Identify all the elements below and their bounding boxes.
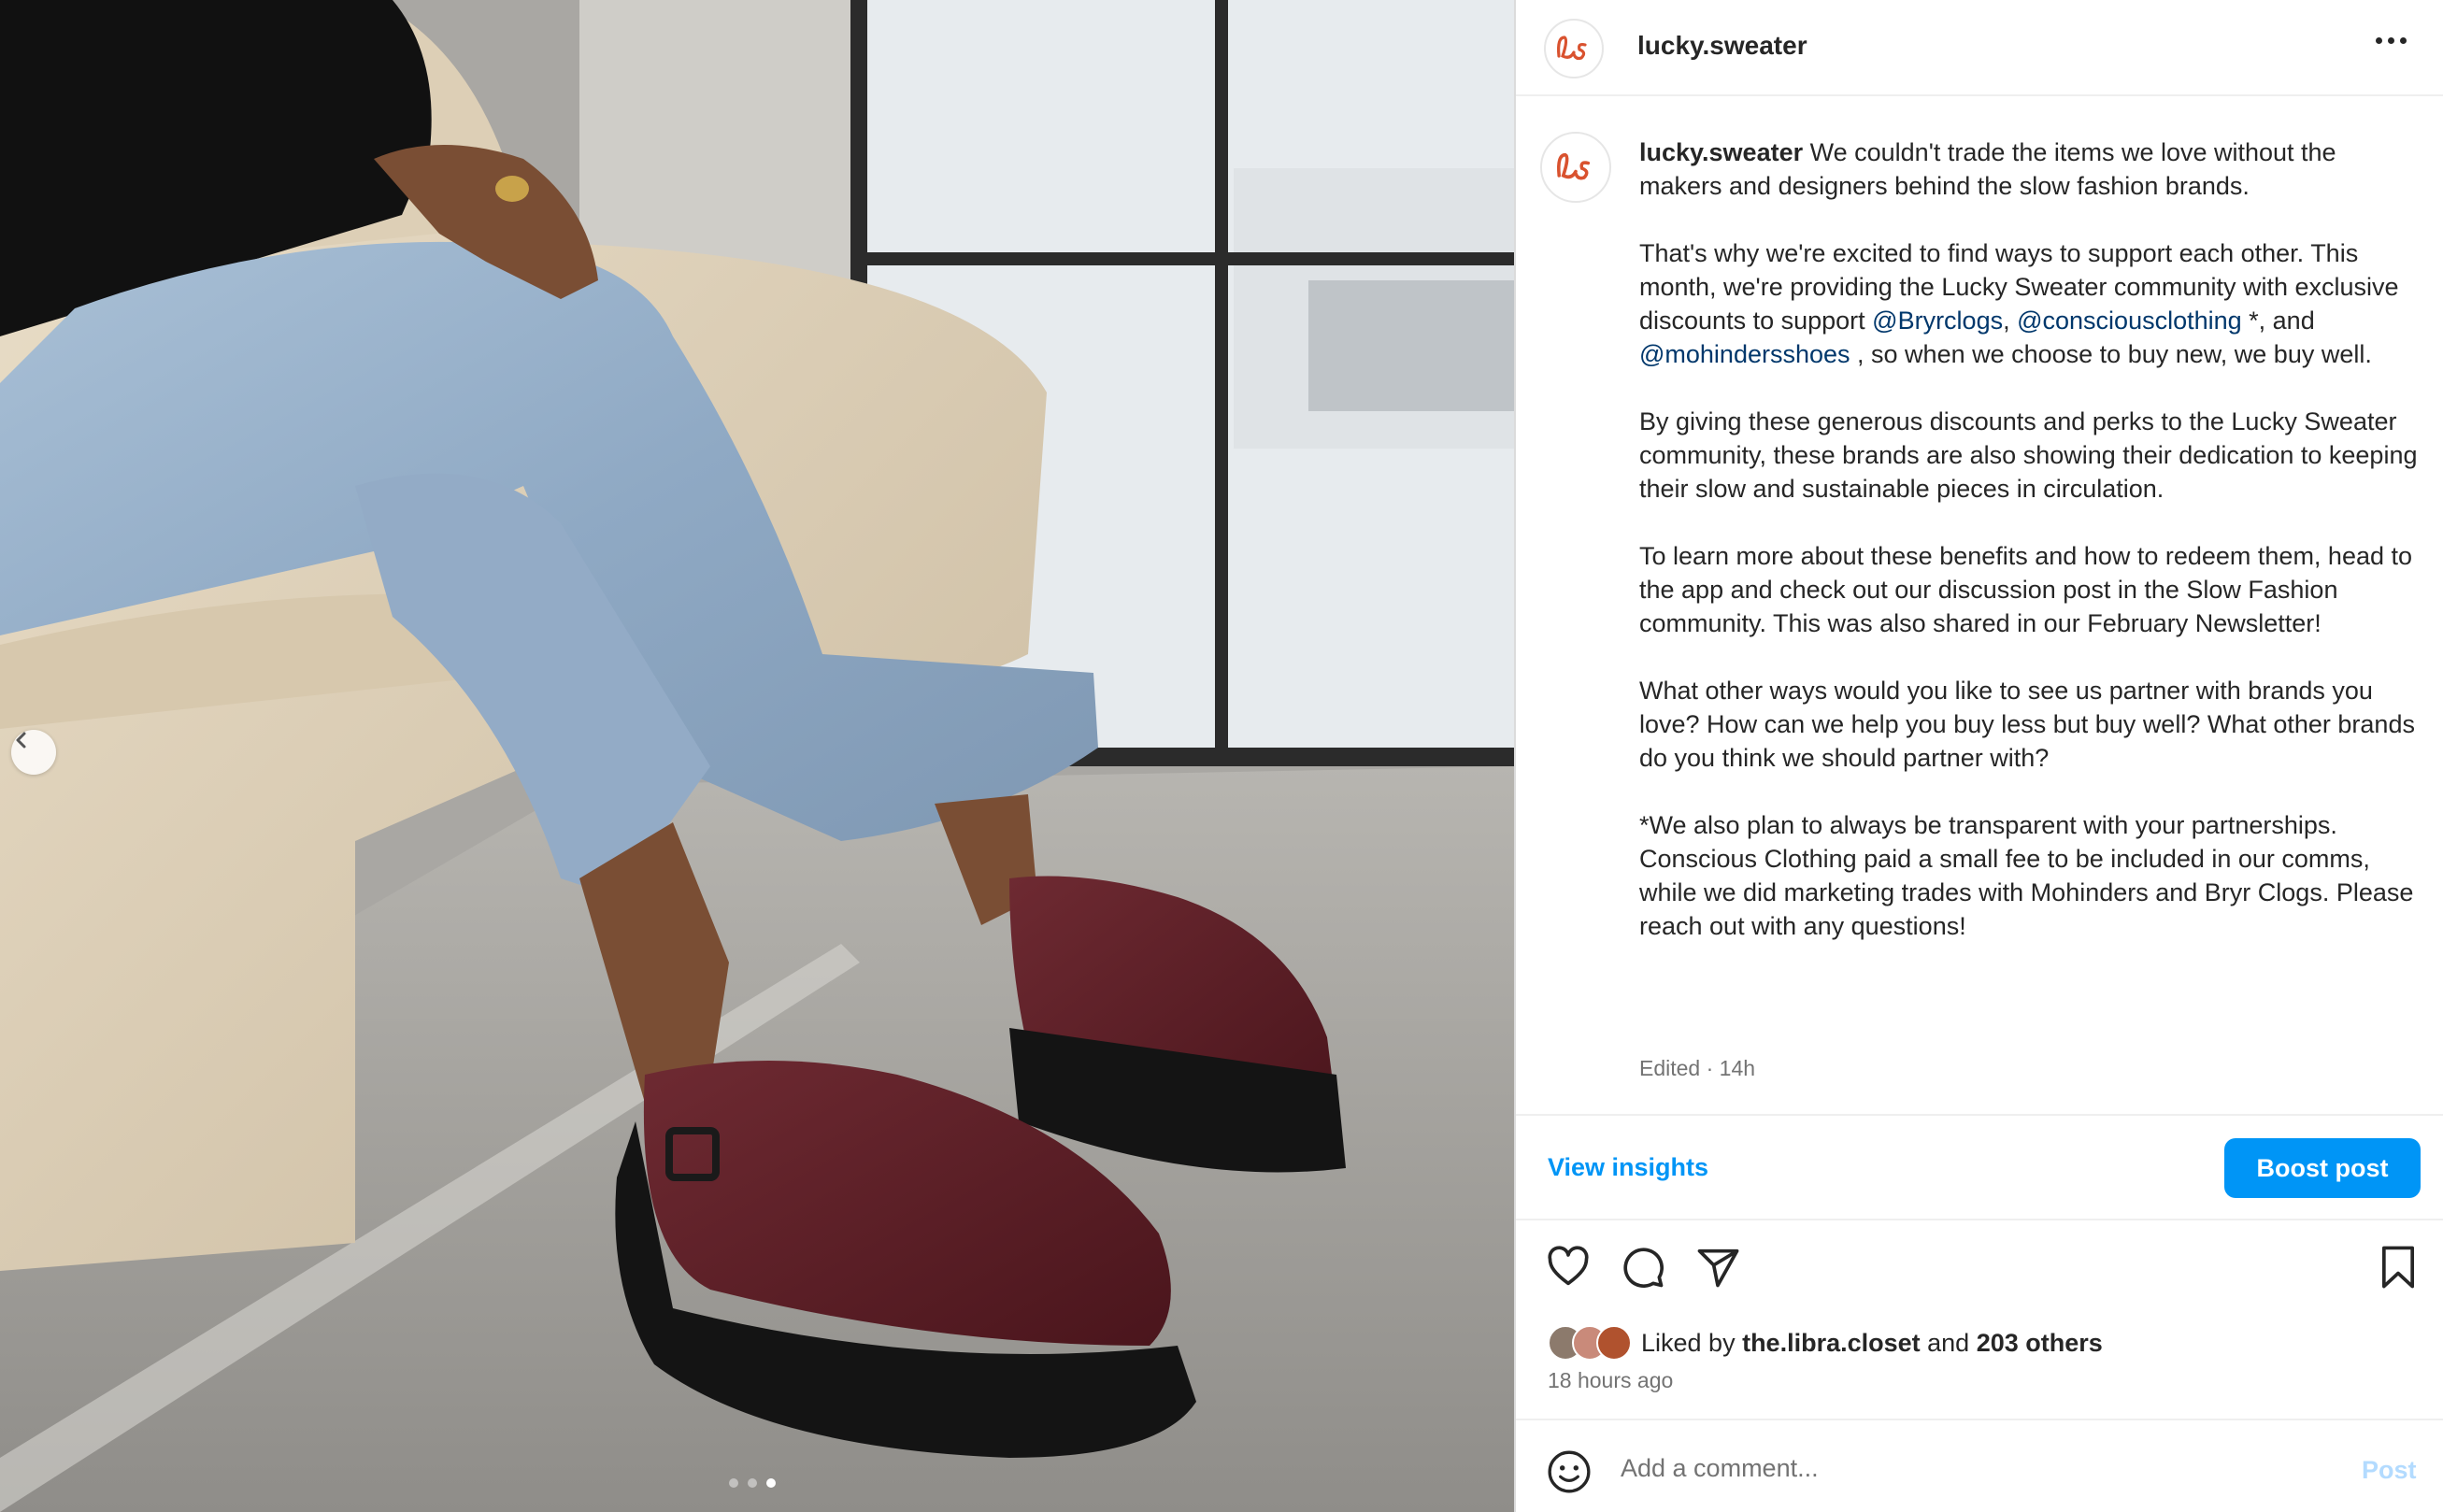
mention-link[interactable]: @mohindersshoes xyxy=(1639,340,1850,368)
bookmark-icon[interactable] xyxy=(2374,1243,2422,1291)
chevron-left-icon xyxy=(16,732,26,749)
insights-bar: View insights Boost post xyxy=(1516,1114,2443,1220)
caption-text-run: , so when we choose to buy new, we buy w… xyxy=(1850,340,2372,368)
post-comment-button[interactable]: Post xyxy=(2362,1456,2417,1485)
likes-text: Liked by the.libra.closet and 203 others xyxy=(1641,1329,2103,1358)
post-side-panel: lucky.sweater lucky.sweater We couldn't … xyxy=(1514,0,2443,1512)
carousel-dot xyxy=(729,1478,738,1488)
likes-conjunction: and xyxy=(1920,1328,1977,1357)
caption-avatar[interactable] xyxy=(1540,132,1611,203)
mention-link[interactable]: @Bryrclogs xyxy=(1872,307,2003,335)
boost-post-button[interactable]: Boost post xyxy=(2224,1138,2421,1198)
post-image[interactable] xyxy=(0,0,1514,1512)
mention-link[interactable]: @consciousclothing xyxy=(2017,307,2242,335)
carousel-indicator xyxy=(729,1478,776,1488)
avatar[interactable] xyxy=(1544,19,1604,78)
comment-input[interactable] xyxy=(1621,1445,2293,1491)
carousel-dot-active xyxy=(766,1478,776,1488)
liker-avatars[interactable] xyxy=(1548,1325,1632,1361)
paper-plane-icon[interactable] xyxy=(1693,1243,1742,1291)
caption-text-run: *, and xyxy=(2241,307,2315,335)
caption-paragraph: *We also plan to always be transparent w… xyxy=(1639,811,2414,940)
action-bar xyxy=(1516,1243,2443,1299)
post-timestamp: 18 hours ago xyxy=(1548,1368,1674,1392)
carousel-prev-button[interactable] xyxy=(11,730,56,775)
caption-text: lucky.sweater We couldn't trade the item… xyxy=(1639,136,2424,943)
caption-paragraph: By giving these generous discounts and p… xyxy=(1639,407,2418,503)
likes-row: Liked by the.libra.closet and 203 others xyxy=(1548,1322,2103,1363)
carousel-dot xyxy=(748,1478,757,1488)
caption-text-run: , xyxy=(2003,307,2018,335)
caption-section: lucky.sweater We couldn't trade the item… xyxy=(1516,98,2443,1117)
post-header: lucky.sweater xyxy=(1516,0,2443,96)
caption-paragraph: What other ways would you like to see us… xyxy=(1639,677,2415,772)
caption-username[interactable]: lucky.sweater xyxy=(1639,138,1803,166)
header-username[interactable]: lucky.sweater xyxy=(1637,31,1807,61)
caption-paragraph: lucky.sweater We couldn't trade the item… xyxy=(1639,136,2424,203)
view-insights-link[interactable]: View insights xyxy=(1548,1153,1708,1182)
edited-timestamp: Edited · 14h xyxy=(1639,1056,1756,1080)
post-photo xyxy=(0,0,1514,1512)
caption-paragraph: To learn more about these benefits and h… xyxy=(1639,542,2413,637)
liker-username[interactable]: the.libra.closet xyxy=(1742,1329,1921,1357)
comment-bar: Post xyxy=(1516,1419,2443,1512)
liker-avatar xyxy=(1596,1325,1632,1361)
more-options-button[interactable] xyxy=(2376,37,2407,44)
likes-others-link[interactable]: 203 others xyxy=(1977,1329,2103,1357)
lucky-sweater-logo xyxy=(1557,152,1591,180)
caption-paragraph: That's why we're excited to find ways to… xyxy=(1639,236,2424,371)
more-dot-icon xyxy=(2376,37,2382,44)
lucky-sweater-logo xyxy=(1557,36,1587,61)
heart-icon[interactable] xyxy=(1544,1243,1593,1291)
more-dot-icon xyxy=(2400,37,2407,44)
likes-prefix: Liked by xyxy=(1641,1328,1743,1357)
more-dot-icon xyxy=(2388,37,2394,44)
comment-icon[interactable] xyxy=(1619,1243,1667,1291)
emoji-icon[interactable] xyxy=(1546,1448,1593,1495)
